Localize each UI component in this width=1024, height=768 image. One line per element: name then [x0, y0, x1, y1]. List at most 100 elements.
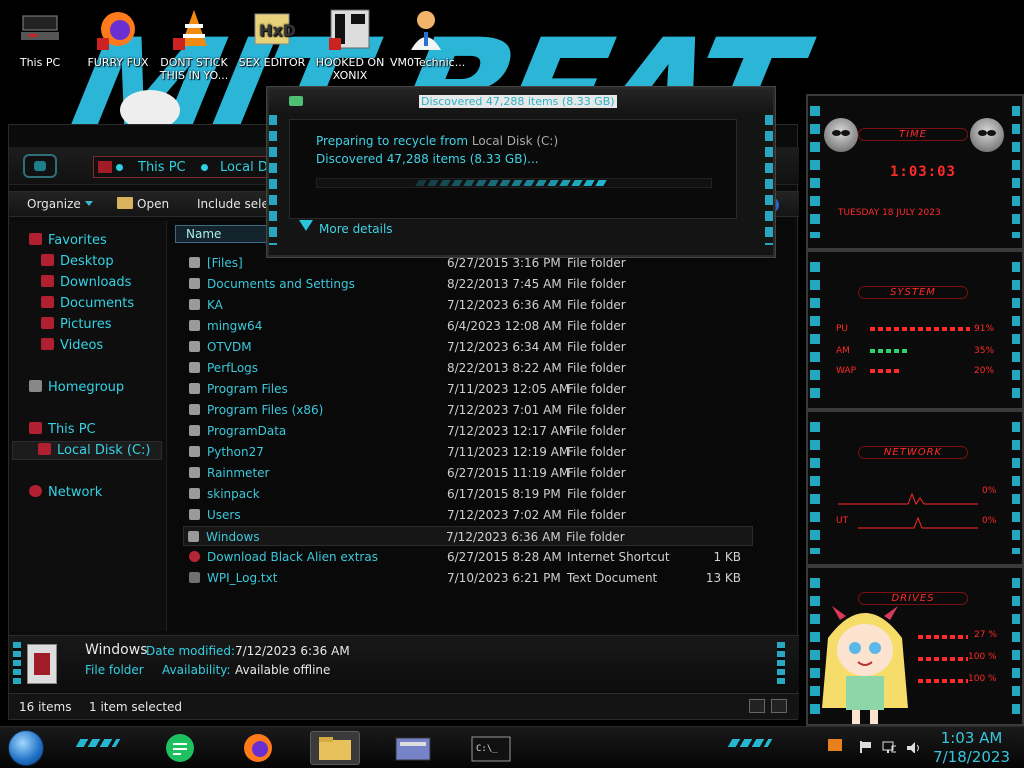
more-details-arrow-icon[interactable]	[299, 220, 313, 231]
nav-videos[interactable]: Videos	[41, 338, 103, 353]
breadcrumb-this-pc[interactable]: This PC	[138, 160, 186, 175]
open-button[interactable]: Open	[117, 197, 169, 211]
internet-shortcut-icon	[189, 551, 200, 562]
text-file-icon	[189, 572, 200, 583]
nav-pictures[interactable]: Pictures	[41, 317, 111, 332]
vlc-cone-icon	[171, 6, 217, 52]
breadcrumb-separator-icon	[116, 164, 123, 171]
file-size: 13 KB	[705, 571, 741, 585]
nav-downloads[interactable]: Downloads	[41, 275, 131, 290]
gadget-frame-left	[810, 106, 820, 238]
details-frame-left	[13, 642, 21, 686]
progress-segment	[547, 180, 559, 186]
progress-segment	[535, 180, 547, 186]
network-icon	[29, 485, 42, 497]
folder-icon	[189, 383, 200, 394]
volume-icon[interactable]	[906, 741, 920, 753]
taskbar-app-firefox[interactable]	[234, 731, 284, 765]
file-name: PerfLogs	[207, 361, 259, 375]
taskbar-app-control-panel[interactable]	[388, 731, 438, 765]
desktop-icon-this-pc[interactable]: This PC	[4, 6, 76, 69]
more-details-link[interactable]: More details	[319, 222, 393, 236]
navigation-pane: Favorites Desktop Downloads Documents Pi…	[9, 221, 167, 631]
desktop-icon-dont-stick[interactable]: DONT STICK THIS IN YO...	[158, 6, 230, 82]
file-size: 1 KB	[713, 550, 741, 564]
dialog-titlebar: Discovered 47,288 items (8.33 GB)	[269, 89, 773, 113]
file-row[interactable]: OTVDM 7/12/2023 6:34 AM File folder	[185, 337, 755, 357]
large-icons-view-icon[interactable]	[771, 699, 787, 713]
file-name: WPI_Log.txt	[207, 571, 278, 585]
nav-local-disk[interactable]: Local Disk (C:)	[12, 441, 162, 460]
folder-thumbnail-icon	[27, 644, 57, 684]
organize-button[interactable]: Organize	[27, 197, 93, 211]
file-type: File folder	[567, 424, 626, 438]
file-row[interactable]: skinpack 6/17/2015 8:19 PM File folder	[185, 484, 755, 504]
network-tray-icon[interactable]	[882, 741, 896, 753]
folder-icon	[189, 425, 200, 436]
cartoon-girl-decoration	[822, 606, 908, 724]
file-date-modified: 7/11/2023 12:19 AM	[447, 445, 570, 459]
taskbar-clock[interactable]: 1:03 AM 7/18/2023	[933, 729, 1010, 767]
file-name: mingw64	[207, 319, 263, 333]
details-availability-label: Availability:	[162, 663, 231, 677]
file-date-modified: 7/12/2023 7:02 AM	[447, 508, 562, 522]
star-icon	[29, 233, 42, 245]
file-row[interactable]: ProgramData 7/12/2023 12:17 AM File folder	[185, 421, 755, 441]
file-row[interactable]: Rainmeter 6/27/2015 11:19 AM File folder	[185, 463, 755, 483]
details-frame-right	[777, 642, 785, 686]
nav-favorites[interactable]: Favorites	[29, 233, 107, 248]
desktop-icon	[41, 254, 54, 266]
file-row[interactable]: mingw64 6/4/2023 12:08 AM File folder	[185, 316, 755, 336]
nav-documents[interactable]: Documents	[41, 296, 134, 311]
desktop-icon-vm0technic[interactable]: VM0Technic...	[390, 6, 465, 69]
file-row[interactable]: Program Files 7/11/2023 12:05 AM File fold…	[185, 379, 755, 399]
alien-head-icon	[970, 118, 1004, 152]
back-forward-button[interactable]	[23, 154, 57, 178]
file-row[interactable]: Download Black Alien extras 6/27/2015 8:2…	[185, 547, 755, 567]
file-type: Internet Shortcut	[567, 550, 670, 564]
file-row[interactable]: WPI_Log.txt 7/10/2023 6:21 PM Text Documen…	[185, 568, 755, 588]
file-name: Users	[207, 508, 241, 522]
ram-bar	[870, 349, 910, 353]
time-title: TIME	[858, 128, 968, 141]
network-in-value: 0%	[982, 486, 997, 496]
file-row[interactable]: KA 7/12/2023 6:36 AM File folder	[185, 295, 755, 315]
file-row[interactable]: Windows 7/12/2023 6:36 AM File folder	[183, 526, 753, 546]
svg-text:C:\_: C:\_	[476, 744, 498, 754]
progress-segment	[583, 180, 595, 186]
status-bar: 16 items 1 item selected	[9, 693, 799, 719]
start-button[interactable]	[8, 730, 44, 766]
taskbar-app-terminal[interactable]: C:\_	[466, 731, 516, 765]
taskbar-app-explorer[interactable]	[310, 731, 360, 765]
nav-homegroup[interactable]: Homegroup	[29, 380, 124, 395]
folder-icon	[189, 509, 200, 520]
file-row[interactable]: Program Files (x86) 7/12/2023 7:01 AM File…	[185, 400, 755, 420]
network-out-graph	[858, 516, 978, 529]
desktop-icon-hooked-on-xonix[interactable]: HOOKED ON XONIX	[314, 6, 386, 82]
taskbar-app-notes[interactable]	[156, 731, 206, 765]
download-icon	[41, 275, 54, 287]
flag-icon[interactable]	[858, 741, 872, 753]
details-type: File folder	[85, 663, 144, 677]
file-row[interactable]: Documents and Settings 8/22/2013 7:45 AM F…	[185, 274, 755, 294]
tray-app-icon[interactable]	[828, 739, 842, 751]
dialog-body: Preparing to recycle from Local Disk (C:…	[289, 119, 737, 219]
file-date-modified: 8/22/2013 8:22 AM	[447, 361, 562, 375]
system-gadget: SYSTEM PU 91% AM 35% WAP 20%	[806, 250, 1024, 410]
nav-network[interactable]: Network	[29, 485, 102, 500]
file-row[interactable]: Python27 7/11/2023 12:19 AM File folder	[185, 442, 755, 462]
progress-segment	[559, 180, 571, 186]
nav-desktop[interactable]: Desktop	[41, 254, 114, 269]
desktop-icon-sex-editor[interactable]: HxD SEX EDITOR	[236, 6, 308, 69]
progress-segment	[415, 180, 427, 186]
nav-this-pc[interactable]: This PC	[29, 422, 96, 437]
desktop-icon-furry-fux[interactable]: FURRY FUX	[82, 6, 154, 69]
file-row[interactable]: PerfLogs 8/22/2013 8:22 AM File folder	[185, 358, 755, 378]
file-name: Download Black Alien extras	[207, 550, 378, 564]
details-view-icon[interactable]	[749, 699, 765, 713]
address-bar[interactable]: This PC Local Dis	[93, 156, 283, 178]
file-row[interactable]: Users 7/12/2023 7:02 AM File folder	[185, 505, 755, 525]
status-item-count: 16 items	[19, 700, 72, 714]
file-name: [Files]	[207, 256, 243, 270]
column-header-name[interactable]: Name	[175, 225, 275, 243]
